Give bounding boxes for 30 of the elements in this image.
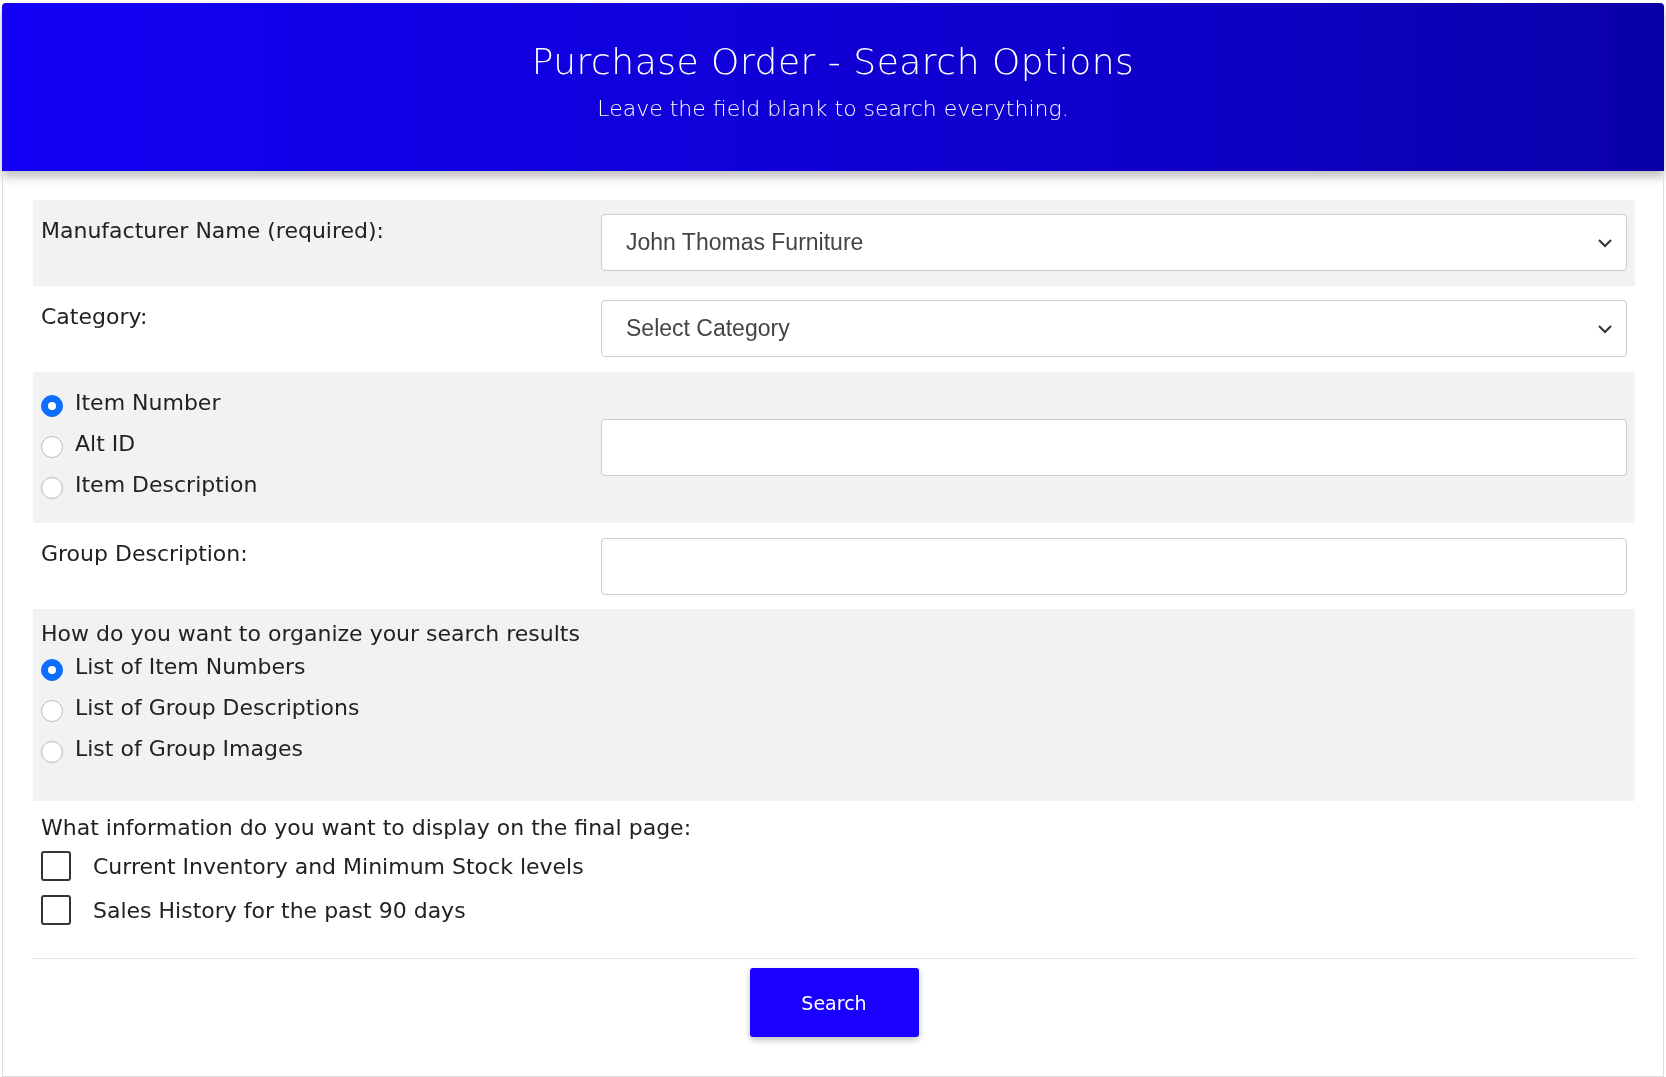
page-subtitle: Leave the field blank to search everything. [597,96,1069,121]
radio-label: List of Group Images [75,736,303,761]
radio-button[interactable] [41,658,63,681]
search-input-field[interactable] [601,419,1627,476]
radio-label: List of Item Numbers [75,654,306,679]
dropdown-field[interactable]: Select Category [601,300,1627,357]
search-button[interactable]: Search [749,968,919,1037]
dropdown-field[interactable]: John Thomas Furniture [601,214,1627,271]
radio-label: Alt ID [75,431,136,456]
field-label: Category: [41,304,148,329]
field-label: Group Description: [41,541,248,566]
field-label: Manufacturer Name (required): [41,218,385,243]
chevron-down-icon [1598,239,1612,248]
radio-button[interactable] [41,435,63,458]
radio-button[interactable] [41,699,63,722]
radio-button[interactable] [41,476,63,499]
radio-button[interactable] [41,740,63,763]
checkbox-label: Sales History for the past 90 days [93,897,466,923]
radio-label: Item Description [75,472,258,497]
radio-button[interactable] [41,394,63,417]
text-input-field[interactable] [601,538,1627,595]
checkbox[interactable] [41,895,71,925]
chevron-down-icon [1598,325,1612,334]
radio-label: List of Group Descriptions [75,695,360,720]
checkbox-label: Current Inventory and Minimum Stock levels [93,853,584,879]
radio-label: Item Number [75,390,221,415]
field-label: How do you want to organize your search results [41,621,581,646]
checkbox[interactable] [41,851,71,881]
page-title: Purchase Order - Search Options [531,41,1135,82]
field-label: What information do you want to display on the final page: [41,815,692,840]
